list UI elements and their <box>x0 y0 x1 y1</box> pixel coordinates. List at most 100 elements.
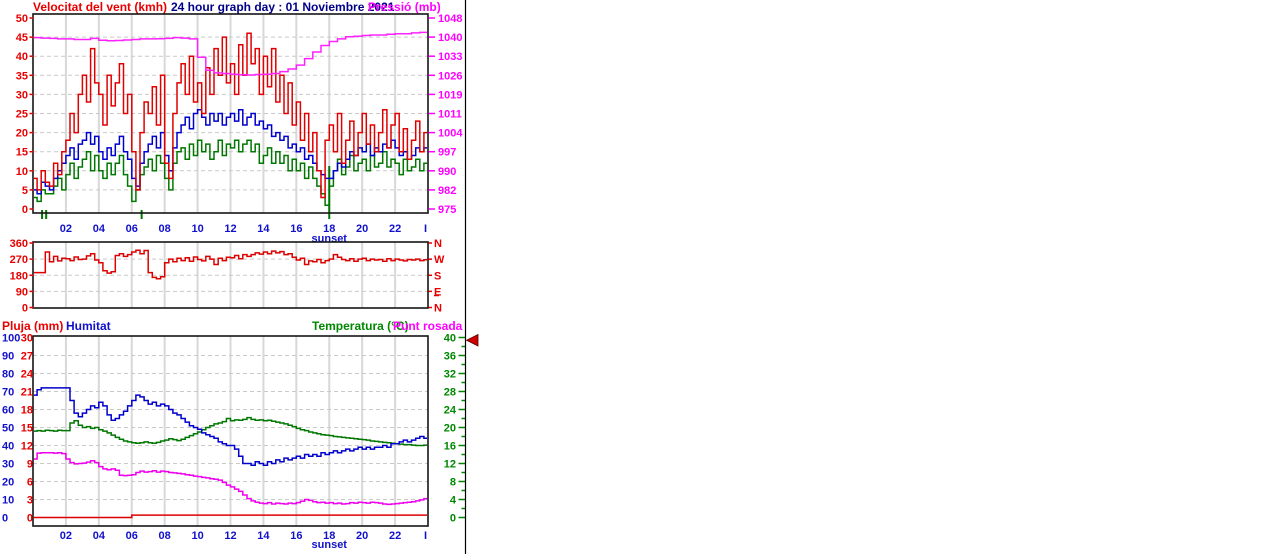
hour-label: 06 <box>126 223 138 235</box>
temp-tick-label: 0 <box>450 513 456 525</box>
axis-tick-label: 35 <box>16 70 28 82</box>
pressure-right-axis: 1048 1040 1033 1026 1019 1011 1004 997 990 982 975 <box>428 13 463 216</box>
rain-tick-label: 12 <box>21 441 33 453</box>
axis-tick-label: 50 <box>16 13 28 25</box>
hour-label: 02 <box>60 530 72 542</box>
axis-tick-label: 0 <box>22 204 28 216</box>
grid-lines <box>33 336 428 526</box>
axis-tick-label: 1026 <box>438 70 462 82</box>
axis-tick-label: 975 <box>438 204 456 216</box>
compass-right-axis: NWSEN <box>428 238 445 315</box>
compass-label: N <box>434 303 442 315</box>
rain-tick-label: 27 <box>21 351 33 363</box>
humidity-tick-label: 50 <box>2 423 14 435</box>
rain-tick-label: 30 <box>21 333 33 345</box>
temp-tick-label: 12 <box>444 459 456 471</box>
rain-tick-label: 15 <box>21 423 33 435</box>
hour-label: 04 <box>93 223 106 235</box>
axis-tick-label: 15 <box>16 147 28 159</box>
axis-tick-label: 90 <box>16 286 28 298</box>
rain-tick-label: 21 <box>21 387 33 399</box>
end-tick-label: I <box>424 530 427 542</box>
axis-tick-label: 40 <box>16 51 28 63</box>
axis-tick-label: 5 <box>22 185 28 197</box>
axis-tick-label: 1004 <box>438 128 463 140</box>
temp-tick-label: 40 <box>444 333 456 345</box>
hour-label: 02 <box>60 223 72 235</box>
rain-tick-label: 24 <box>21 369 34 381</box>
temp-tick-label: 4 <box>450 495 457 507</box>
grid-lines <box>33 242 428 308</box>
x-axis-labels: 02 04 06 08 10 12 14 16 18 20 22sunsetI <box>60 530 427 551</box>
hour-label: 06 <box>126 530 138 542</box>
axis-tick-label: 982 <box>438 185 456 197</box>
humidity-tick-label: 80 <box>2 369 14 381</box>
rain-tick-label: 0 <box>27 513 33 525</box>
sunset-label: sunset <box>312 539 348 551</box>
hour-label: 08 <box>159 223 171 235</box>
temperature-right-axis: 0 4 8 12 16 20 24 28 32 36 40 <box>444 333 465 525</box>
axis-tick-label: 1040 <box>438 32 462 44</box>
humidity-tick-label: 0 <box>2 513 8 525</box>
humidity-tick-label: 10 <box>2 495 14 507</box>
axis-tick-label: 10 <box>16 166 28 178</box>
hour-label: 12 <box>224 530 236 542</box>
temp-tick-label: 24 <box>444 405 457 417</box>
hour-label: 22 <box>389 530 401 542</box>
bottom-left-axes: 1009080706050403020100302724211815129630 <box>2 333 34 525</box>
axis-tick-label: 1048 <box>438 13 462 25</box>
charts-canvas: 5045403530252015105010481040103310261019… <box>2 0 479 554</box>
end-tick-label: I <box>424 223 427 235</box>
current-value-triangle-marker <box>465 333 479 347</box>
axis-tick-label: 0 <box>22 303 28 315</box>
temp-tick-label: 36 <box>444 351 456 363</box>
hour-label: 20 <box>356 223 368 235</box>
humidity-tick-label: 100 <box>2 333 20 345</box>
rain-tick-label: 3 <box>27 495 33 507</box>
rain-tick-label: 9 <box>27 459 33 471</box>
compass-label: N <box>434 238 442 250</box>
hour-label: 20 <box>356 530 368 542</box>
sun-markers <box>41 166 331 219</box>
temp-tick-label: 8 <box>450 477 456 489</box>
axis-tick-label: 25 <box>16 109 28 121</box>
temp-tick-label: 28 <box>444 387 456 399</box>
hour-label: 10 <box>191 223 203 235</box>
hour-label: 16 <box>290 223 302 235</box>
temp-tick-label: 32 <box>444 369 456 381</box>
humidity-tick-label: 20 <box>2 477 14 489</box>
humidity-tick-label: 40 <box>2 441 14 453</box>
weather-graph-page: Velocitat del vent (kmh) 24 hour graph d… <box>0 0 1280 554</box>
hour-label: 12 <box>224 223 236 235</box>
axis-tick-label: 990 <box>438 166 456 178</box>
compass-label: E <box>434 286 441 298</box>
wind-left-axis: 50454035302520151050 <box>16 13 34 216</box>
axis-tick-label: 20 <box>16 128 28 140</box>
axis-tick-label: 997 <box>438 147 456 159</box>
axis-tick-label: 1033 <box>438 51 462 63</box>
axis-tick-label: 270 <box>10 254 28 266</box>
hour-label: 14 <box>257 530 270 542</box>
hour-label: 16 <box>290 530 302 542</box>
axis-tick-label: 30 <box>16 89 28 101</box>
hour-label: 04 <box>93 530 106 542</box>
humidity-tick-label: 70 <box>2 387 14 399</box>
temp-tick-label: 16 <box>444 441 456 453</box>
axis-tick-label: 180 <box>10 270 28 282</box>
temp-tick-label: 20 <box>444 423 456 435</box>
compass-label: S <box>434 270 441 282</box>
compass-label: W <box>434 254 445 266</box>
axis-tick-label: 1011 <box>438 109 462 121</box>
rain-tick-label: 6 <box>27 477 33 489</box>
hour-label: 14 <box>257 223 270 235</box>
rain-tick-label: 18 <box>21 405 33 417</box>
humidity-tick-label: 60 <box>2 405 14 417</box>
humidity-tick-label: 30 <box>2 459 14 471</box>
hour-label: 22 <box>389 223 401 235</box>
direction-left-axis: 360 270 180 90 0 <box>10 238 34 315</box>
axis-tick-label: 1019 <box>438 89 462 101</box>
hour-label: 08 <box>159 530 171 542</box>
axis-tick-label: 45 <box>16 32 28 44</box>
hour-label: 10 <box>191 530 203 542</box>
humidity-tick-label: 90 <box>2 351 14 363</box>
